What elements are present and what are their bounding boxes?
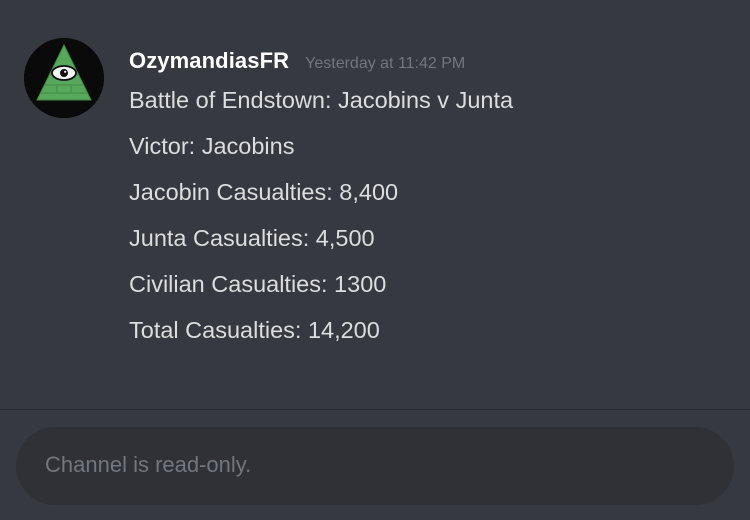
message-input-readonly[interactable]: Channel is read-only.: [16, 427, 734, 505]
readonly-notice: Channel is read-only.: [45, 452, 252, 477]
message-line: Battle of Endstown: Jacobins v Junta: [129, 87, 514, 113]
message-line: Junta Casualties: 4,500: [129, 225, 375, 251]
chat-message: OzymandiasFR Yesterday at 11:42 PM Battl…: [0, 0, 750, 409]
message-timestamp: Yesterday at 11:42 PM: [305, 55, 466, 72]
username[interactable]: OzymandiasFR: [129, 48, 289, 74]
message-line: Total Casualties: 14,200: [129, 317, 380, 343]
message-header: OzymandiasFR Yesterday at 11:42 PM: [129, 48, 465, 78]
avatar[interactable]: [24, 38, 104, 118]
message-content: Battle of Endstown: Jacobins v Junta Vic…: [129, 84, 729, 360]
composer-area: Channel is read-only.: [0, 410, 750, 520]
message-line: Jacobin Casualties: 8,400: [129, 179, 399, 205]
message-line: Civilian Casualties: 1300: [129, 271, 387, 297]
message-line: Victor: Jacobins: [129, 133, 295, 159]
chat-area: OzymandiasFR Yesterday at 11:42 PM Battl…: [0, 0, 750, 409]
all-seeing-eye-pyramid-icon: [24, 38, 104, 118]
